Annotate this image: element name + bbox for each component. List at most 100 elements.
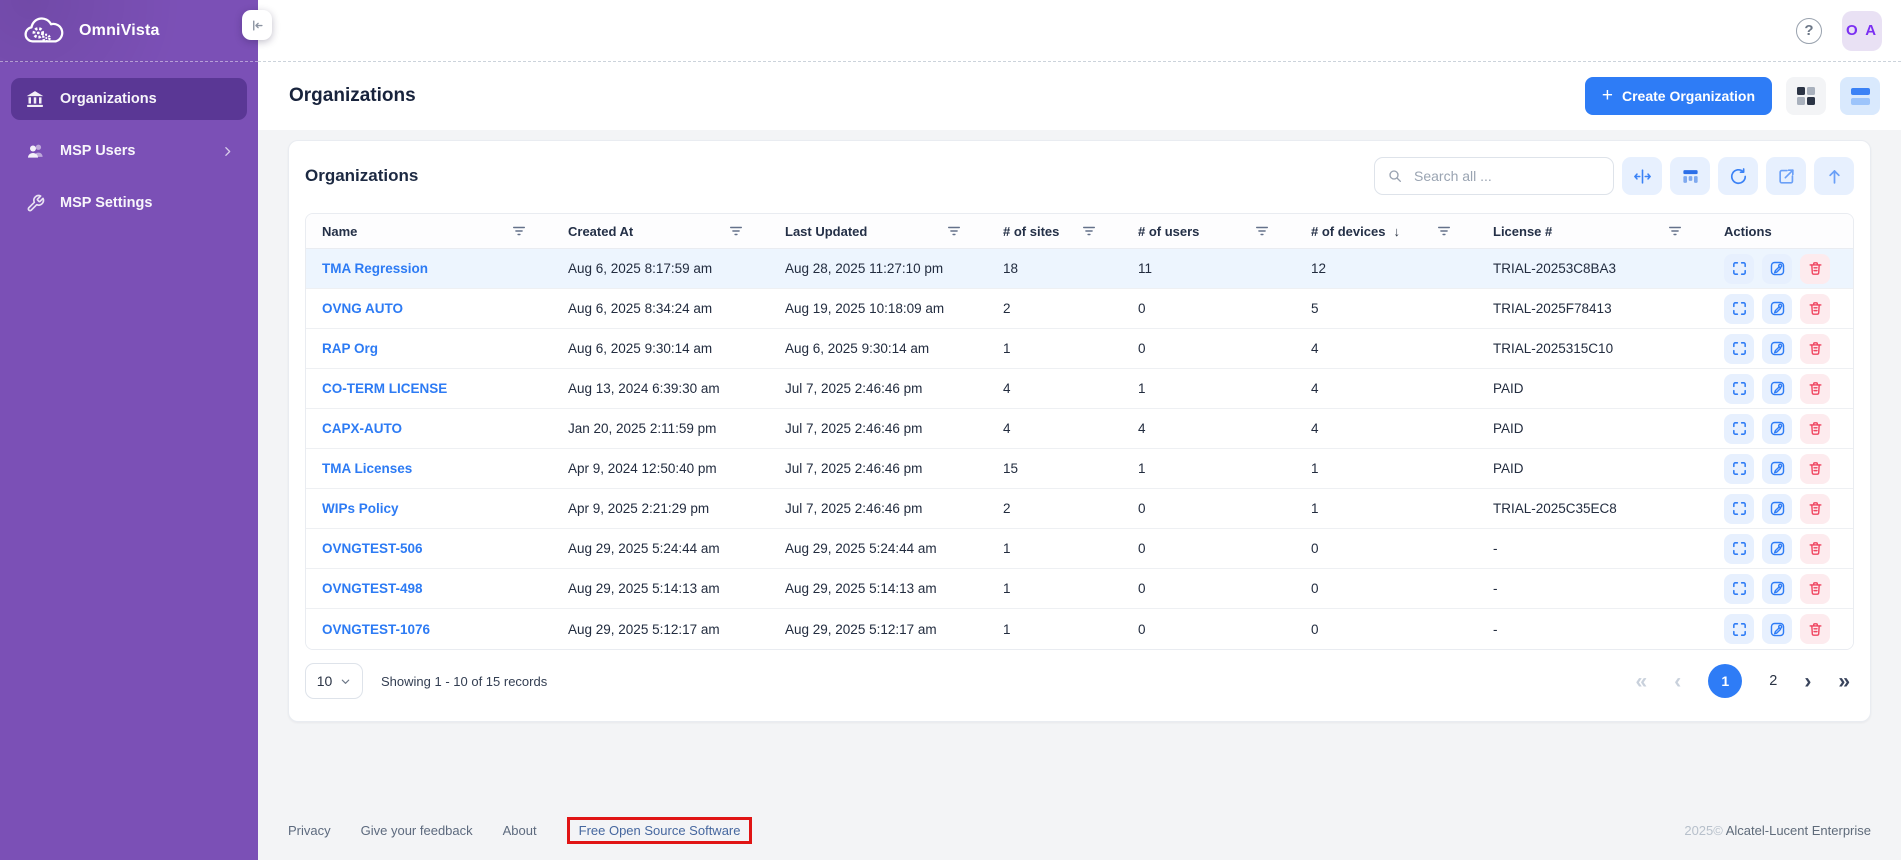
expand-button[interactable] bbox=[1724, 254, 1754, 284]
list-view-toggle[interactable] bbox=[1840, 77, 1880, 115]
first-page-button[interactable]: « bbox=[1636, 671, 1648, 692]
delete-button[interactable] bbox=[1800, 294, 1830, 324]
table-row[interactable]: CAPX-AUTO Jan 20, 2025 2:11:59 pm Jul 7,… bbox=[306, 409, 1853, 449]
edit-button[interactable] bbox=[1762, 334, 1792, 364]
search-input[interactable] bbox=[1412, 167, 1601, 185]
organization-link[interactable]: OVNGTEST-506 bbox=[322, 541, 423, 556]
organization-link[interactable]: OVNGTEST-1076 bbox=[322, 622, 430, 637]
edit-button[interactable] bbox=[1762, 614, 1792, 644]
copyright-company: Alcatel-Lucent Enterprise bbox=[1726, 823, 1871, 838]
delete-button[interactable] bbox=[1800, 534, 1830, 564]
delete-button[interactable] bbox=[1800, 614, 1830, 644]
expand-icon bbox=[1731, 580, 1748, 597]
table-row[interactable]: CO-TERM LICENSE Aug 13, 2024 6:39:30 am … bbox=[306, 369, 1853, 409]
organization-link[interactable]: RAP Org bbox=[322, 341, 378, 356]
sidebar-item-organizations[interactable]: Organizations bbox=[11, 78, 247, 120]
copyright-year: 2025© bbox=[1684, 823, 1723, 838]
fit-width-button[interactable] bbox=[1622, 157, 1662, 195]
edit-button[interactable] bbox=[1762, 574, 1792, 604]
organization-link[interactable]: CAPX-AUTO bbox=[322, 421, 402, 436]
privacy-link[interactable]: Privacy bbox=[288, 823, 331, 838]
sidebar-item-msp-users[interactable]: MSP Users bbox=[11, 130, 247, 172]
delete-button[interactable] bbox=[1800, 334, 1830, 364]
sort-desc-icon[interactable]: ↓ bbox=[1393, 224, 1400, 239]
organization-link[interactable]: OVNGTEST-498 bbox=[322, 581, 423, 596]
edit-button[interactable] bbox=[1762, 294, 1792, 324]
expand-button[interactable] bbox=[1724, 334, 1754, 364]
page-2-button[interactable]: 2 bbox=[1769, 673, 1777, 689]
page-size-select[interactable]: 10 bbox=[305, 663, 363, 699]
organization-link[interactable]: TMA Licenses bbox=[322, 461, 412, 476]
expand-button[interactable] bbox=[1724, 294, 1754, 324]
delete-button[interactable] bbox=[1800, 494, 1830, 524]
delete-button[interactable] bbox=[1800, 414, 1830, 444]
expand-button[interactable] bbox=[1724, 574, 1754, 604]
edit-button[interactable] bbox=[1762, 254, 1792, 284]
filter-icon[interactable] bbox=[729, 225, 743, 237]
feedback-link[interactable]: Give your feedback bbox=[361, 823, 473, 838]
upload-button[interactable] bbox=[1814, 157, 1854, 195]
table-row[interactable]: OVNGTEST-498 Aug 29, 2025 5:14:13 am Aug… bbox=[306, 569, 1853, 609]
expand-button[interactable] bbox=[1724, 614, 1754, 644]
organization-link[interactable]: CO-TERM LICENSE bbox=[322, 381, 447, 396]
filter-icon[interactable] bbox=[1668, 225, 1682, 237]
filter-icon[interactable] bbox=[947, 225, 961, 237]
edit-button[interactable] bbox=[1762, 454, 1792, 484]
table-row[interactable]: OVNGTEST-1076 Aug 29, 2025 5:12:17 am Au… bbox=[306, 609, 1853, 649]
filter-icon[interactable] bbox=[512, 225, 526, 237]
avatar-initials: O A bbox=[1846, 22, 1878, 39]
sidebar-collapse-button[interactable] bbox=[242, 10, 272, 40]
table-row[interactable]: RAP Org Aug 6, 2025 9:30:14 am Aug 6, 20… bbox=[306, 329, 1853, 369]
column-header-created-at[interactable]: Created At bbox=[568, 224, 785, 239]
column-header-license[interactable]: License # bbox=[1493, 224, 1724, 239]
delete-button[interactable] bbox=[1800, 254, 1830, 284]
expand-button[interactable] bbox=[1724, 374, 1754, 404]
column-header-sites[interactable]: # of sites bbox=[1003, 224, 1138, 239]
expand-button[interactable] bbox=[1724, 454, 1754, 484]
prev-page-button[interactable]: ‹ bbox=[1674, 671, 1681, 692]
delete-button[interactable] bbox=[1800, 574, 1830, 604]
column-header-users[interactable]: # of users bbox=[1138, 224, 1311, 239]
create-organization-button[interactable]: + Create Organization bbox=[1585, 77, 1772, 115]
sidebar-item-msp-settings[interactable]: MSP Settings bbox=[11, 182, 247, 224]
expand-icon bbox=[1731, 500, 1748, 517]
organization-link[interactable]: WIPs Policy bbox=[322, 501, 399, 516]
column-header-name[interactable]: Name bbox=[306, 224, 568, 239]
avatar[interactable]: O A bbox=[1842, 11, 1882, 51]
edit-button[interactable] bbox=[1762, 534, 1792, 564]
organization-link[interactable]: TMA Regression bbox=[322, 261, 428, 276]
table-row[interactable]: TMA Licenses Apr 9, 2024 12:50:40 pm Jul… bbox=[306, 449, 1853, 489]
cell-users: 1 bbox=[1138, 461, 1311, 476]
app-window: OmniVista Organizations bbox=[0, 0, 1901, 860]
column-header-last-updated[interactable]: Last Updated bbox=[785, 224, 1003, 239]
expand-button[interactable] bbox=[1724, 494, 1754, 524]
expand-icon bbox=[1731, 260, 1748, 277]
expand-button[interactable] bbox=[1724, 414, 1754, 444]
grid-view-toggle[interactable] bbox=[1786, 77, 1826, 115]
foss-link[interactable]: Free Open Source Software bbox=[579, 823, 741, 838]
help-icon[interactable]: ? bbox=[1796, 18, 1822, 44]
edit-button[interactable] bbox=[1762, 414, 1792, 444]
table-row[interactable]: OVNGTEST-506 Aug 29, 2025 5:24:44 am Aug… bbox=[306, 529, 1853, 569]
last-page-button[interactable]: » bbox=[1838, 671, 1850, 692]
organization-link[interactable]: OVNG AUTO bbox=[322, 301, 403, 316]
delete-button[interactable] bbox=[1800, 374, 1830, 404]
delete-button[interactable] bbox=[1800, 454, 1830, 484]
refresh-button[interactable] bbox=[1718, 157, 1758, 195]
export-button[interactable] bbox=[1766, 157, 1806, 195]
expand-button[interactable] bbox=[1724, 534, 1754, 564]
columns-button[interactable] bbox=[1670, 157, 1710, 195]
filter-icon[interactable] bbox=[1437, 225, 1451, 237]
filter-icon[interactable] bbox=[1255, 225, 1269, 237]
edit-button[interactable] bbox=[1762, 374, 1792, 404]
filter-icon[interactable] bbox=[1082, 225, 1096, 237]
about-link[interactable]: About bbox=[503, 823, 537, 838]
table-row[interactable]: OVNG AUTO Aug 6, 2025 8:34:24 am Aug 19,… bbox=[306, 289, 1853, 329]
table-row[interactable]: WIPs Policy Apr 9, 2025 2:21:29 pm Jul 7… bbox=[306, 489, 1853, 529]
edit-button[interactable] bbox=[1762, 494, 1792, 524]
column-header-devices[interactable]: # of devices ↓ bbox=[1311, 224, 1493, 239]
next-page-button[interactable]: › bbox=[1804, 671, 1811, 692]
table-row[interactable]: TMA Regression Aug 6, 2025 8:17:59 am Au… bbox=[306, 249, 1853, 289]
page-1-button[interactable]: 1 bbox=[1708, 664, 1742, 698]
users-icon bbox=[24, 141, 46, 161]
